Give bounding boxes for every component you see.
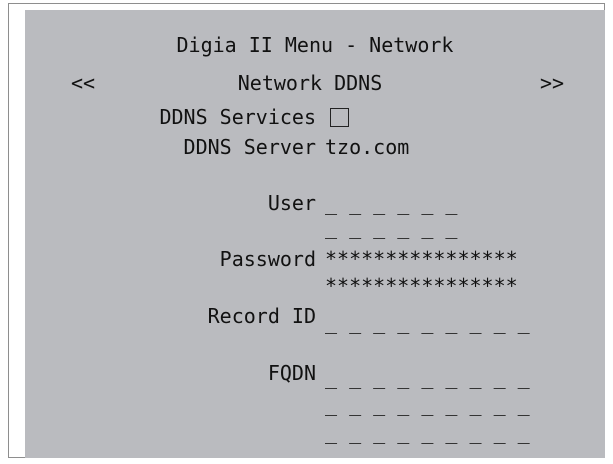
- prev-page-button[interactable]: <<: [71, 71, 95, 95]
- password-field-line-2[interactable]: ****************: [325, 274, 518, 298]
- fqdn-label: FQDN: [267, 361, 316, 385]
- ddns-services-checkbox[interactable]: [330, 108, 349, 127]
- ddns-server-value[interactable]: tzo.com: [325, 135, 409, 159]
- fqdn-field-line-1[interactable]: _ _ _ _ _ _ _ _ _: [325, 365, 530, 389]
- ddns-services-label: DDNS Services: [159, 105, 316, 129]
- user-field-line-1[interactable]: _ _ _ _ _ _: [325, 191, 457, 215]
- record-id-label: Record ID: [207, 304, 316, 328]
- user-label: User: [267, 191, 316, 215]
- section-title: Network DDNS: [237, 71, 383, 95]
- password-field-line-1[interactable]: ****************: [325, 247, 518, 271]
- ddns-server-label: DDNS Server: [183, 135, 316, 159]
- user-field-line-2[interactable]: _ _ _ _ _ _: [325, 215, 457, 239]
- record-id-field[interactable]: _ _ _ _ _ _ _ _ _: [325, 310, 530, 334]
- password-label: Password: [219, 247, 316, 271]
- menu-title: Digia II Menu - Network: [176, 33, 454, 57]
- fqdn-field-line-3[interactable]: _ _ _ _ _ _ _ _ _: [325, 420, 530, 444]
- menu-panel: Digia II Menu - Network << Network DDNS …: [25, 10, 605, 458]
- next-page-button[interactable]: >>: [540, 71, 564, 95]
- menu-frame: Digia II Menu - Network << Network DDNS …: [8, 3, 605, 458]
- fqdn-field-line-2[interactable]: _ _ _ _ _ _ _ _ _: [325, 392, 530, 416]
